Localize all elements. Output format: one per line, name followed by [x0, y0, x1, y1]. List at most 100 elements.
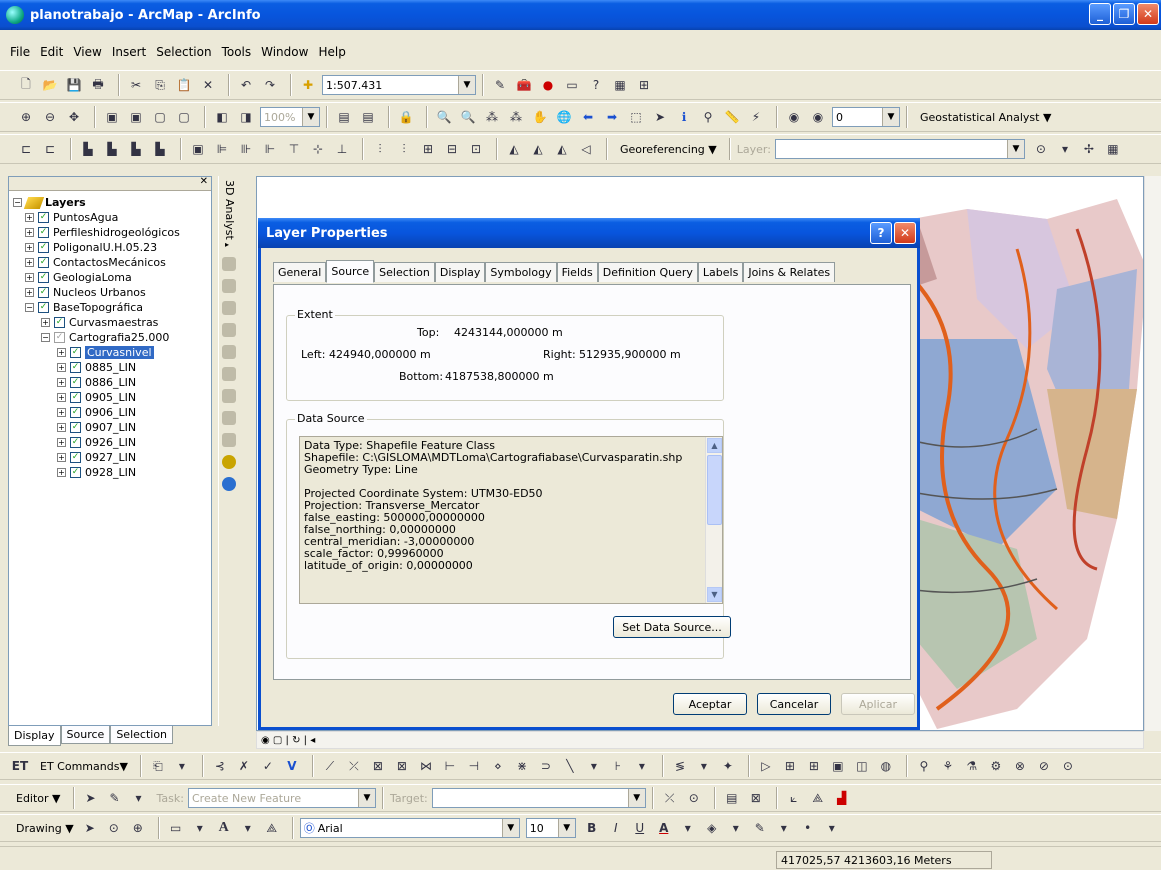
tree-node-layers[interactable]: − Layers	[13, 195, 211, 210]
layer-checkbox[interactable]: ✓	[70, 392, 81, 403]
apply-button[interactable]: Aplicar	[841, 693, 915, 715]
distribute-v-icon[interactable]: ⫶	[394, 139, 414, 159]
tree-node-layer[interactable]: + ✓ 0885_LIN	[13, 360, 211, 375]
dropdown-icon[interactable]: ▾	[678, 818, 698, 838]
bring-front-icon[interactable]: ▙	[78, 139, 98, 159]
expand-icon[interactable]: +	[25, 228, 34, 237]
align-top-icon[interactable]: ⊤	[284, 139, 304, 159]
select-elements-icon[interactable]: ➤	[80, 818, 100, 838]
expand-icon[interactable]: +	[25, 258, 34, 267]
et-tool-icon[interactable]: ⊢	[440, 756, 460, 776]
font-color-button[interactable]: A	[654, 818, 674, 838]
tree-node-layer[interactable]: + ✓ 0886_LIN	[13, 375, 211, 390]
et-tool-icon[interactable]: ⋇	[512, 756, 532, 776]
expand-icon[interactable]: +	[25, 288, 34, 297]
tree-node-layer[interactable]: + ✓ ContactosMecánicos	[13, 255, 211, 270]
layout-view-icon[interactable]: ▢	[273, 735, 282, 746]
rotate-right-icon[interactable]: ◭	[552, 139, 572, 159]
tree-node-layer[interactable]: + ✓ 0928_LIN	[13, 465, 211, 480]
tab-selection[interactable]: Selection	[110, 726, 174, 744]
pan-layout-icon[interactable]: ✥	[64, 107, 84, 127]
et-tool-icon[interactable]: ⊰	[210, 756, 230, 776]
tab-fields[interactable]: Fields	[556, 262, 598, 282]
fixed-zoom-out-map-icon[interactable]: ⁂	[506, 107, 526, 127]
layer-checkbox[interactable]: ✓	[38, 227, 49, 238]
chevron-down-icon[interactable]: ▼	[557, 819, 575, 837]
forward-arrow-icon[interactable]: ➡	[602, 107, 622, 127]
hyperlink-icon[interactable]: ⚡	[746, 107, 766, 127]
dropdown-icon[interactable]: ▾	[584, 756, 604, 776]
dropdown-icon[interactable]: ▾	[726, 818, 746, 838]
tree-node-layer[interactable]: − ✓ Cartografia25.000	[13, 330, 211, 345]
expand-icon[interactable]: +	[57, 468, 66, 477]
rotate-icon[interactable]: ⊙	[104, 818, 124, 838]
et-tool-icon[interactable]: ⚙	[986, 756, 1006, 776]
open-icon[interactable]: 📂	[40, 75, 60, 95]
align-middle-icon[interactable]: ⊹	[308, 139, 328, 159]
dropdown-icon[interactable]: ▾	[129, 788, 149, 808]
map-vertical-scrollbar[interactable]	[1144, 176, 1161, 731]
et-tool-icon[interactable]: ≶	[670, 756, 690, 776]
3d-tool-icon[interactable]	[222, 300, 236, 315]
arctoolbox-icon[interactable]: 🧰	[514, 75, 534, 95]
edit-tool-icon[interactable]: ➤	[81, 788, 101, 808]
3d-tool-icon[interactable]	[222, 278, 236, 293]
layer-index-combo[interactable]: 0 ▼	[832, 107, 900, 127]
dropdown-icon[interactable]: ▾	[238, 818, 258, 838]
layer-checkbox[interactable]: ✓	[38, 257, 49, 268]
tab-display[interactable]: Display	[434, 262, 486, 282]
marker-color-icon[interactable]: •	[798, 818, 818, 838]
dropdown-icon[interactable]: ▾	[774, 818, 794, 838]
paste-icon[interactable]: 📋	[174, 75, 194, 95]
drawing-menu[interactable]: Drawing ▼	[10, 817, 80, 839]
fixed-zoom-in-icon[interactable]: ▣	[102, 107, 122, 127]
fixed-zoom-in-map-icon[interactable]: ⁂	[482, 107, 502, 127]
tool-icon[interactable]: ▟	[832, 788, 852, 808]
delete-icon[interactable]: ✕	[198, 75, 218, 95]
edit-vertices-icon[interactable]: ⟁	[262, 818, 282, 838]
data-source-textbox[interactable]: Data Type: Shapefile Feature Class Shape…	[299, 436, 723, 604]
expand-icon[interactable]: +	[57, 363, 66, 372]
fill-color-icon[interactable]: ◈	[702, 818, 722, 838]
layer-checkbox[interactable]: ✓	[70, 422, 81, 433]
model-builder-icon[interactable]: ▦	[610, 75, 630, 95]
fixed-zoom-out-icon[interactable]: ▣	[126, 107, 146, 127]
catalog-icon[interactable]: ●	[538, 75, 558, 95]
add-data-icon[interactable]: ✚	[298, 75, 318, 95]
rotate-icon[interactable]: ⊡	[466, 139, 486, 159]
tree-node-layer[interactable]: − ✓ BaseTopográfica	[13, 300, 211, 315]
bring-forward-icon[interactable]: ▙	[126, 139, 146, 159]
expand-icon[interactable]: +	[41, 318, 50, 327]
zoom-whole-page-icon[interactable]: ▢	[150, 107, 170, 127]
next-extent-layout-icon[interactable]: ◨	[236, 107, 256, 127]
layer-checkbox[interactable]: ✓	[70, 467, 81, 478]
et-tool-icon[interactable]: ⟋	[320, 756, 340, 776]
editor-toolbar-icon[interactable]: ✎	[490, 75, 510, 95]
cut-icon[interactable]: ✂	[126, 75, 146, 95]
tree-node-layer[interactable]: + ✓ GeologiaLoma	[13, 270, 211, 285]
scroll-thumb[interactable]	[707, 455, 722, 525]
align-center-icon[interactable]: ⊪	[236, 139, 256, 159]
task-combo[interactable]: Create New Feature ▼	[187, 788, 376, 808]
tab-definition-query[interactable]: Definition Query	[597, 262, 698, 282]
make-same-size-icon[interactable]: ⊞	[418, 139, 438, 159]
flip-icon[interactable]: ◭	[504, 139, 524, 159]
dropdown-icon[interactable]: ▾	[694, 756, 714, 776]
group-icon[interactable]: ▣	[188, 139, 208, 159]
menu-window[interactable]: Window	[261, 45, 308, 59]
command-line-icon[interactable]: ▭	[562, 75, 582, 95]
menu-insert[interactable]: Insert	[112, 45, 146, 59]
font-size-combo[interactable]: 10 ▼	[525, 818, 576, 838]
redo-icon[interactable]: ↷	[260, 75, 280, 95]
align-right-icon[interactable]: ⊩	[260, 139, 280, 159]
identify-icon[interactable]: ℹ	[674, 107, 694, 127]
et-tool-icon[interactable]: ⚘	[938, 756, 958, 776]
zoom-in-icon[interactable]: 🔍	[434, 107, 454, 127]
find-icon[interactable]: ⚲	[698, 107, 718, 127]
set-data-source-button[interactable]: Set Data Source...	[613, 616, 731, 638]
et-tool-icon[interactable]: ⤫	[344, 756, 364, 776]
tab-display[interactable]: Display	[8, 726, 61, 746]
zoom-percent-combo[interactable]: 100% ▼	[260, 107, 320, 127]
layer-checkbox[interactable]: ✓	[38, 287, 49, 298]
rotate-left-icon[interactable]: ◭	[528, 139, 548, 159]
